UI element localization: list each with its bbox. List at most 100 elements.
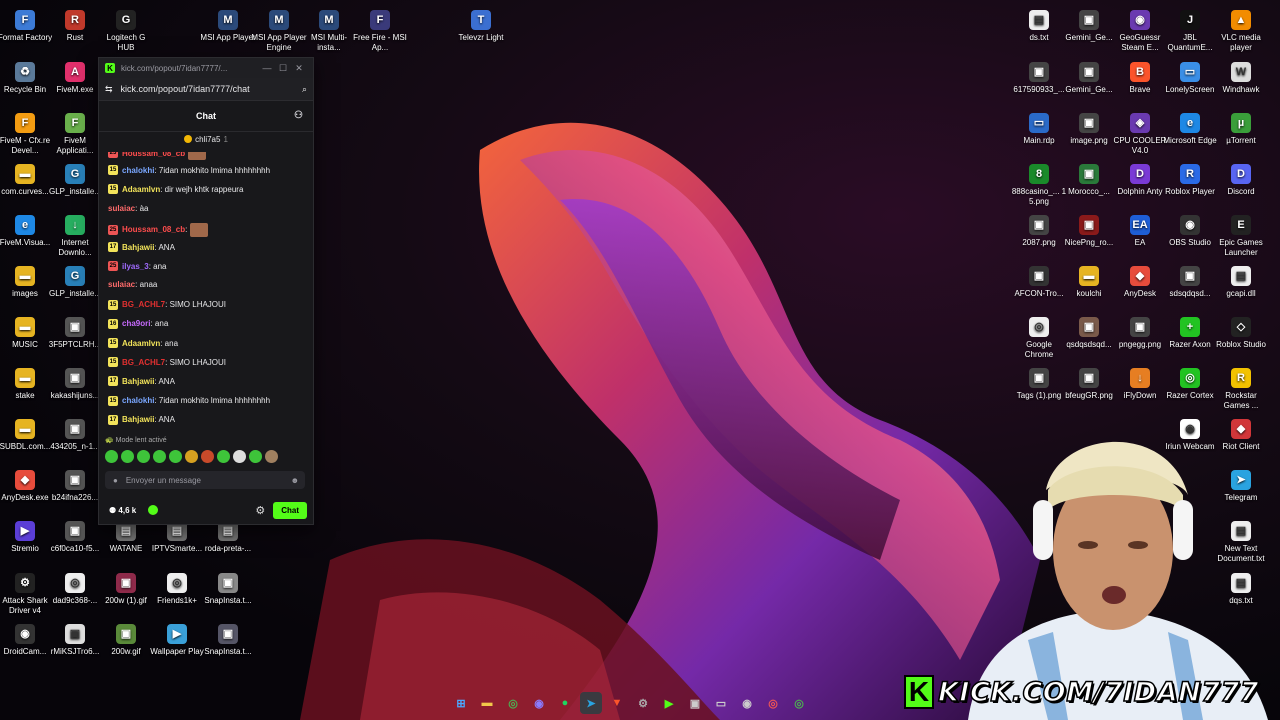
chat-username[interactable]: Houssam_08_cb	[122, 225, 185, 234]
desktop-icon[interactable]: ▣ Tags (1).png	[1011, 364, 1067, 401]
chat-username[interactable]: Bahjawii	[122, 243, 154, 252]
chat-username[interactable]: sulaiac	[108, 204, 135, 213]
chat-message[interactable]: 25 ilyas_3: ana	[108, 261, 167, 272]
window-icon[interactable]: ▭	[710, 692, 732, 714]
chat-message[interactable]: 25 Houssam_08_cb	[108, 152, 207, 160]
desktop-icon[interactable]: ▣ SnapInsta.t...	[200, 569, 256, 606]
chat-message[interactable]: 15 Adaamlvn: ana	[108, 338, 178, 348]
desktop-icon[interactable]: ▣ sdsqdqsd...	[1162, 262, 1218, 299]
chat-username[interactable]: BG_ACHL7	[122, 300, 165, 309]
desktop-icon[interactable]: e FiveM.Visua...	[0, 211, 53, 248]
gear-icon[interactable]: ⚙	[255, 504, 265, 517]
emote-icon[interactable]	[169, 450, 182, 463]
emote-icon[interactable]	[265, 450, 278, 463]
desktop-icon[interactable]: A FiveM.exe	[47, 58, 103, 95]
emote-icon[interactable]	[105, 450, 118, 463]
desktop-icon[interactable]: ◉ GeoGuessr Steam E...	[1112, 6, 1168, 53]
minimize-button[interactable]: —	[259, 63, 275, 73]
desktop-icon[interactable]: T Televzr Light	[453, 6, 509, 43]
desktop-icon[interactable]: ▣ image.png	[1061, 109, 1117, 146]
chat-message[interactable]: 17 Bahjawii: ANA	[108, 376, 175, 387]
desktop-icon[interactable]: µ µTorrent	[1213, 109, 1269, 146]
kick-points-icon[interactable]	[148, 505, 159, 515]
chat-username[interactable]: Bahjawii	[122, 415, 154, 424]
desktop-icon[interactable]: M MSI App Player	[200, 6, 256, 43]
site-settings-icon[interactable]: ⇆	[105, 84, 113, 95]
chrome-alt-icon[interactable]: ◎	[788, 692, 810, 714]
chat-message[interactable]: 17 Bahjawii: ANA	[108, 414, 175, 425]
desktop-icon[interactable]: ▣ rMiKSJTro6...	[47, 620, 103, 657]
obs-icon[interactable]: ◉	[736, 692, 758, 714]
desktop-icon[interactable]: ▤ ds.txt	[1011, 6, 1067, 43]
desktop-icon[interactable]: ▣ kakashijuns...	[47, 364, 103, 401]
emote-bar[interactable]	[105, 450, 278, 463]
desktop-icon[interactable]: ◆ AnyDesk	[1112, 262, 1168, 299]
chat-message[interactable]: 17 Bahjawii: ANA	[108, 242, 175, 252]
desktop-icon[interactable]: ▣ 434205_n-1...	[47, 415, 103, 452]
desktop-icon[interactable]: D Discord	[1213, 160, 1269, 197]
desktop-icon[interactable]: ▤ gcapi.dll	[1213, 262, 1269, 299]
emoji-picker-icon[interactable]: ☻	[291, 476, 299, 485]
desktop-icon[interactable]: ⚙ Attack Shark Driver v4	[0, 569, 53, 616]
desktop-icon[interactable]: ▣ SnapInsta.t...	[200, 620, 256, 657]
desktop-icon[interactable]: ▬ stake	[0, 364, 53, 401]
desktop-icon[interactable]: ▣ c6f0ca10-f5...	[47, 517, 103, 554]
app-icon[interactable]: ▶	[658, 692, 680, 714]
desktop-icon[interactable]: ▬ com.curves...	[0, 160, 53, 197]
maximize-button[interactable]: ☐	[275, 63, 291, 74]
chat-username[interactable]: BG_ACHL7	[122, 358, 165, 367]
chat-message[interactable]: 15 Adaamlvn: dir wejh khtk rappeura	[108, 184, 243, 195]
send-chat-button[interactable]: Chat	[273, 501, 307, 519]
desktop-icon[interactable]: ▭ LonelyScreen	[1162, 58, 1218, 95]
desktop-icon[interactable]: ♻ Recycle Bin	[0, 58, 53, 95]
desktop-icon[interactable]: B Brave	[1112, 58, 1168, 95]
brave-icon[interactable]: ▼	[606, 692, 628, 714]
chat-message[interactable]: 15 BG_ACHL7: SIMO LHAJOUI	[108, 357, 226, 368]
window-titlebar[interactable]: K kick.com/popout/7idan7777/... — ☐ ✕	[99, 58, 313, 78]
chat-username[interactable]: chalokhi	[122, 166, 154, 175]
desktop-icon[interactable]: ▣ Morocco_...	[1061, 160, 1117, 197]
chat-username[interactable]: Bahjawii	[122, 377, 154, 386]
desktop-icon[interactable]: M MSI Multi-insta...	[301, 6, 357, 53]
desktop-icon[interactable]: G GLP_installe...	[47, 262, 103, 299]
desktop-icon[interactable]: ▬ images	[0, 262, 53, 299]
desktop-icon[interactable]: e Microsoft Edge	[1162, 109, 1218, 146]
desktop-icon[interactable]: ▣ 2087.png	[1011, 211, 1067, 248]
desktop-icon[interactable]: ◎ Friends1k+	[149, 569, 205, 606]
desktop-icon[interactable]: ▶ Stremio	[0, 517, 53, 554]
desktop-icon[interactable]: ◇ Roblox Studio	[1213, 313, 1269, 350]
discord-icon[interactable]: ◉	[528, 692, 550, 714]
chat-message-input[interactable]: ● Envoyer un message ☻	[105, 471, 305, 489]
desktop-icon[interactable]: ◎ Razer Cortex	[1162, 364, 1218, 401]
desktop-icon[interactable]: ◉ DroidCam...	[0, 620, 53, 657]
emote-icon[interactable]	[217, 450, 230, 463]
chat-message[interactable]: sulaiac: àa	[108, 204, 148, 213]
desktop-icon[interactable]: ▣ b24ifna226...	[47, 466, 103, 503]
emote-icon[interactable]	[249, 450, 262, 463]
chat-username[interactable]: Adaamlvn	[122, 185, 160, 194]
chrome-profile-icon[interactable]: ◎	[762, 692, 784, 714]
desktop-icon[interactable]: EA EA	[1112, 211, 1168, 248]
desktop-icon[interactable]: ↓ iFlyDown	[1112, 364, 1168, 401]
chat-username[interactable]: ilyas_3	[122, 262, 149, 271]
desktop-icon[interactable]: R Rust	[47, 6, 103, 43]
desktop-icon[interactable]: G GLP_installe...	[47, 160, 103, 197]
file-explorer-icon[interactable]: ▬	[476, 692, 498, 714]
desktop-icon[interactable]: ◆ AnyDesk.exe	[0, 466, 53, 503]
desktop-icon[interactable]: + Razer Axon	[1162, 313, 1218, 350]
desktop-icon[interactable]: R Roblox Player	[1162, 160, 1218, 197]
desktop-icon[interactable]: E Epic Games Launcher	[1213, 211, 1269, 258]
desktop-icon[interactable]: ▣ 3F5PTCLRH...	[47, 313, 103, 350]
emote-icon[interactable]	[153, 450, 166, 463]
windows-start-icon[interactable]: ⊞	[450, 692, 472, 714]
chat-message-list[interactable]: 25 Houssam_08_cb 15 chalokhi: 7idan mokhito…	[99, 152, 313, 438]
desktop-icon[interactable]: ▣ NicePng_ro...	[1061, 211, 1117, 248]
desktop-icon[interactable]: D Dolphin Anty	[1112, 160, 1168, 197]
pinned-gift-bar[interactable]: chli7a5 1	[99, 132, 313, 146]
desktop-icon[interactable]: 8 888casino_... 1 5.png	[1011, 160, 1067, 207]
desktop-icon[interactable]: J JBL QuantumE...	[1162, 6, 1218, 53]
close-button[interactable]: ✕	[291, 63, 307, 74]
chat-message[interactable]: 16 cha9ori: ana	[108, 318, 168, 329]
desktop-icon[interactable]: ▣ AFCON-Tro...	[1011, 262, 1067, 299]
desktop-icon[interactable]: ▣ 200w (1).gif	[98, 569, 154, 606]
